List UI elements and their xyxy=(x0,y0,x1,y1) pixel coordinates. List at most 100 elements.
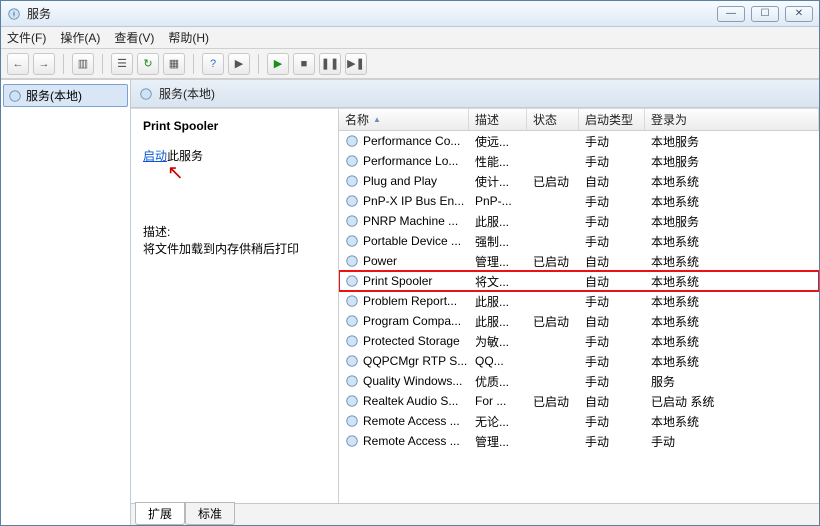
service-row[interactable]: Portable Device ...强制...手动本地系统 xyxy=(339,231,819,251)
service-row[interactable]: PnP-X IP Bus En...PnP-...手动本地系统 xyxy=(339,191,819,211)
cell-logon: 本地服务 xyxy=(645,133,819,150)
export-list-button[interactable]: ▦ xyxy=(163,53,185,75)
cell-startup: 手动 xyxy=(579,233,645,250)
help-button[interactable]: ? xyxy=(202,53,224,75)
service-rows[interactable]: Performance Co...使远...手动本地服务Performance … xyxy=(339,131,819,503)
maximize-button[interactable]: ☐ xyxy=(751,6,779,22)
tree-pane: 服务(本地) xyxy=(1,80,131,525)
column-description[interactable]: 描述 xyxy=(469,109,527,130)
stop-service-button[interactable]: ■ xyxy=(293,53,315,75)
cell-logon: 服务 xyxy=(645,373,819,390)
service-row[interactable]: PNRP Machine ...此服...手动本地服务 xyxy=(339,211,819,231)
window-buttons: — ☐ ✕ xyxy=(717,6,813,22)
back-button[interactable]: ← xyxy=(7,53,29,75)
service-row[interactable]: Plug and Play使计...已启动自动本地系统 xyxy=(339,171,819,191)
cell-status: 已启动 xyxy=(527,173,579,190)
cell-name: Portable Device ... xyxy=(339,234,469,248)
service-row[interactable]: QQPCMgr RTP S...QQ...手动本地系统 xyxy=(339,351,819,371)
menu-action[interactable]: 操作(A) xyxy=(60,29,100,46)
cell-startup: 手动 xyxy=(579,373,645,390)
service-row[interactable]: Power管理...已启动自动本地系统 xyxy=(339,251,819,271)
pause-service-button[interactable]: ❚❚ xyxy=(319,53,341,75)
toolbar-separator xyxy=(258,54,259,74)
gear-icon xyxy=(345,354,359,368)
cell-startup: 自动 xyxy=(579,393,645,410)
cell-startup: 手动 xyxy=(579,193,645,210)
service-row[interactable]: Protected Storage为敏...手动本地系统 xyxy=(339,331,819,351)
column-name[interactable]: 名称▲ xyxy=(339,109,469,130)
detail-pane: Print Spooler 启动此服务 ↖ 描述: 将文件加载到内存供稍后打印 xyxy=(131,109,339,503)
menu-view[interactable]: 查看(V) xyxy=(114,29,154,46)
refresh-button[interactable]: ↻ xyxy=(137,53,159,75)
cell-description: 此服... xyxy=(469,313,527,330)
properties-button[interactable]: ☰ xyxy=(111,53,133,75)
gear-icon xyxy=(139,87,153,101)
forward-button[interactable]: → xyxy=(33,53,55,75)
cell-logon: 本地服务 xyxy=(645,153,819,170)
view-tabs: 扩展 标准 xyxy=(131,503,819,525)
restart-service-button[interactable]: ▶❚ xyxy=(345,53,367,75)
service-row[interactable]: Quality Windows...优质...手动服务 xyxy=(339,371,819,391)
cell-description: 将文... xyxy=(469,273,527,290)
start-service-button[interactable]: ▶ xyxy=(267,53,289,75)
cell-startup: 手动 xyxy=(579,153,645,170)
action-button[interactable]: ▶ xyxy=(228,53,250,75)
cell-startup: 手动 xyxy=(579,213,645,230)
gear-icon xyxy=(345,274,359,288)
toolbar-separator xyxy=(63,54,64,74)
service-row[interactable]: Performance Lo...性能...手动本地服务 xyxy=(339,151,819,171)
services-window: 服务 — ☐ ✕ 文件(F) 操作(A) 查看(V) 帮助(H) ← → ▥ ☰… xyxy=(0,0,820,526)
column-status[interactable]: 状态 xyxy=(527,109,579,130)
service-row[interactable]: Remote Access ...管理...手动手动 xyxy=(339,431,819,451)
gear-icon xyxy=(345,334,359,348)
cell-name: Protected Storage xyxy=(339,334,469,348)
service-row[interactable]: Problem Report...此服...手动本地系统 xyxy=(339,291,819,311)
cell-description: 强制... xyxy=(469,233,527,250)
cell-name: Program Compa... xyxy=(339,314,469,328)
cell-description: For ... xyxy=(469,394,527,408)
toolbar-separator xyxy=(102,54,103,74)
gear-icon xyxy=(8,89,22,103)
gear-icon xyxy=(345,434,359,448)
cell-startup: 手动 xyxy=(579,433,645,450)
cell-logon: 已启动 系统 xyxy=(645,393,819,410)
tree-item-label: 服务(本地) xyxy=(26,87,82,104)
cell-logon: 本地系统 xyxy=(645,353,819,370)
column-startup-type[interactable]: 启动类型 xyxy=(579,109,645,130)
cell-name: PnP-X IP Bus En... xyxy=(339,194,469,208)
service-row[interactable]: Program Compa...此服...已启动自动本地系统 xyxy=(339,311,819,331)
cell-name: Remote Access ... xyxy=(339,414,469,428)
body: 服务(本地) 服务(本地) Print Spooler 启动此服务 ↖ 描述: … xyxy=(1,79,819,525)
minimize-button[interactable]: — xyxy=(717,6,745,22)
right-header-label: 服务(本地) xyxy=(159,85,215,102)
menubar: 文件(F) 操作(A) 查看(V) 帮助(H) xyxy=(1,27,819,49)
cell-description: 无论... xyxy=(469,413,527,430)
cell-description: PnP-... xyxy=(469,194,527,208)
cell-name: Problem Report... xyxy=(339,294,469,308)
cell-description: 使远... xyxy=(469,133,527,150)
cell-logon: 本地服务 xyxy=(645,213,819,230)
cell-description: 性能... xyxy=(469,153,527,170)
close-button[interactable]: ✕ xyxy=(785,6,813,22)
menu-help[interactable]: 帮助(H) xyxy=(168,29,209,46)
column-logon-as[interactable]: 登录为 xyxy=(645,109,819,130)
tab-extended[interactable]: 扩展 xyxy=(135,502,185,525)
service-row[interactable]: Realtek Audio S...For ...已启动自动已启动 系统 xyxy=(339,391,819,411)
service-row[interactable]: Print Spooler将文...自动本地系统 xyxy=(339,271,819,291)
show-hide-tree-button[interactable]: ▥ xyxy=(72,53,94,75)
service-row[interactable]: Performance Co...使远...手动本地服务 xyxy=(339,131,819,151)
start-service-link[interactable]: 启动 xyxy=(143,149,167,163)
cell-startup: 自动 xyxy=(579,273,645,290)
cell-name: Realtek Audio S... xyxy=(339,394,469,408)
cell-startup: 自动 xyxy=(579,173,645,190)
gear-icon xyxy=(345,374,359,388)
cell-logon: 本地系统 xyxy=(645,293,819,310)
menu-file[interactable]: 文件(F) xyxy=(7,29,46,46)
tree-item-services-local[interactable]: 服务(本地) xyxy=(3,84,128,107)
titlebar: 服务 — ☐ ✕ xyxy=(1,1,819,27)
cell-startup: 自动 xyxy=(579,253,645,270)
description-label: 描述: xyxy=(143,223,326,240)
tab-standard[interactable]: 标准 xyxy=(185,502,235,525)
service-row[interactable]: Remote Access ...无论...手动本地系统 xyxy=(339,411,819,431)
cell-description: 使计... xyxy=(469,173,527,190)
